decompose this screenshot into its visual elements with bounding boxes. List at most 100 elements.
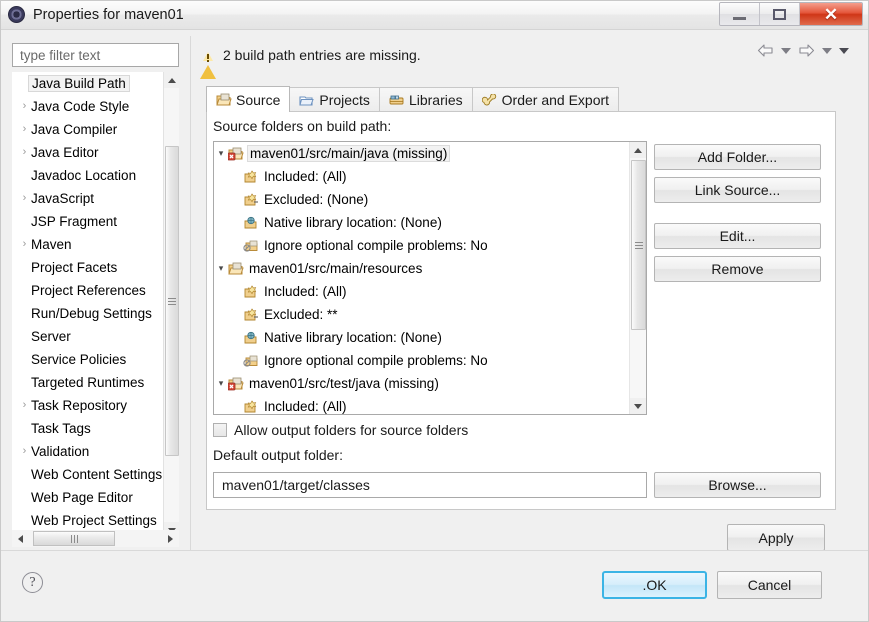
tree-row-label: maven01/src/main/resources [249,261,422,276]
scroll-left-icon[interactable] [12,530,29,547]
close-button[interactable]: ✕ [800,3,862,25]
tree-row[interactable]: Excluded: (None) [214,188,629,211]
chevron-down-icon[interactable]: ▾ [214,148,228,159]
scroll-down-icon[interactable] [630,398,646,414]
sidebar-item-task-tags[interactable]: Task Tags [12,417,162,440]
close-icon: ✕ [824,6,838,23]
sidebar-item-web-content-settings[interactable]: Web Content Settings [12,463,162,486]
sidebar-item-service-policies[interactable]: Service Policies [12,348,162,371]
sidebar-item-web-page-editor[interactable]: Web Page Editor [12,486,162,509]
tree-row[interactable]: Native library location: (None) [214,326,629,349]
tree-vertical-scrollbar[interactable] [629,142,646,414]
grip-icon [635,242,643,249]
sidebar-item-javadoc-location[interactable]: Javadoc Location [12,164,162,187]
output-folder-field[interactable] [220,476,640,494]
sidebar-item-maven[interactable]: ›Maven [12,233,162,256]
tab-libraries[interactable]: Libraries [379,87,473,112]
tab-strip: SourceProjectsLibrariesOrder and Export [206,86,836,112]
help-icon[interactable]: ? [22,572,43,593]
chevron-right-icon[interactable]: › [18,101,31,112]
search-input[interactable] [18,47,173,64]
tree-scroll-thumb[interactable] [631,160,646,330]
panel-divider [190,36,191,550]
grip-icon [168,298,176,305]
settings-tree[interactable]: Java Build Path›Java Code Style›Java Com… [12,72,179,538]
chevron-down-icon[interactable]: ▾ [214,378,228,389]
tree-row[interactable]: ▾ maven01/src/main/resources [214,257,629,280]
view-menu-icon[interactable] [839,48,849,54]
sidebar-horizontal-scrollbar[interactable] [12,530,179,547]
header-message-text: 2 build path entries are missing. [223,47,421,63]
sidebar-hscroll-thumb[interactable] [33,531,115,546]
sidebar-item-web-project-settings[interactable]: Web Project Settings [12,509,162,532]
tree-row[interactable]: ▾maven01/src/test/java (missing) [214,372,629,395]
tree-row[interactable]: ▾maven01/src/main/java (missing) [214,142,629,165]
sidebar-item-label: Java Code Style [31,99,129,114]
chevron-right-icon[interactable]: › [18,400,31,411]
tree-row[interactable]: Excluded: ** [214,303,629,326]
chevron-down-icon[interactable]: ▾ [214,263,228,274]
tree-row[interactable]: Ignore optional compile problems: No [214,234,629,257]
sidebar-item-label: Task Tags [31,421,91,436]
back-arrow-icon[interactable] [757,43,774,58]
tab-projects[interactable]: Projects [289,87,380,112]
tree-row[interactable]: Included: (All) [214,280,629,303]
forward-arrow-icon[interactable] [798,43,815,58]
browse-button[interactable]: Browse... [654,472,821,498]
tree-row-label: Excluded: (None) [264,192,368,207]
sidebar-item-javascript[interactable]: ›JavaScript [12,187,162,210]
tree-row-label: Native library location: (None) [264,215,442,230]
sidebar-item-java-editor[interactable]: ›Java Editor [12,141,162,164]
tree-row[interactable]: Included: (All) [214,395,629,415]
chevron-right-icon[interactable]: › [18,124,31,135]
tree-row-label: Included: (All) [264,284,347,299]
sidebar-item-targeted-runtimes[interactable]: Targeted Runtimes [12,371,162,394]
sidebar-item-java-build-path[interactable]: Java Build Path [12,72,162,95]
native-library-icon [243,216,259,230]
scroll-up-icon[interactable] [164,72,179,88]
maximize-button[interactable] [760,3,800,25]
chevron-right-icon[interactable]: › [18,446,31,457]
scroll-up-icon[interactable] [630,142,646,158]
remove-button[interactable]: Remove [654,256,821,282]
sidebar-item-server[interactable]: Server [12,325,162,348]
allow-output-folders-checkbox[interactable] [213,423,227,437]
sidebar-item-run-debug-settings[interactable]: Run/Debug Settings [12,302,162,325]
sidebar-item-label: Java Build Path [28,75,130,92]
default-output-folder-label: Default output folder: [213,447,343,463]
sidebar-item-jsp-fragment[interactable]: JSP Fragment [12,210,162,233]
tree-row[interactable]: Native library location: (None) [214,211,629,234]
sidebar-item-label: Targeted Runtimes [31,375,144,390]
sidebar-scroll-thumb[interactable] [165,146,179,456]
chevron-right-icon[interactable]: › [18,239,31,250]
sidebar-item-validation[interactable]: ›Validation [12,440,162,463]
source-folders-tree[interactable]: ▾maven01/src/main/java (missing)Included… [213,141,647,415]
tree-row[interactable]: Included: (All) [214,165,629,188]
cancel-button[interactable]: Cancel [717,571,822,599]
chevron-right-icon[interactable]: › [18,147,31,158]
sidebar-item-java-compiler[interactable]: ›Java Compiler [12,118,162,141]
sidebar-item-project-facets[interactable]: Project Facets [12,256,162,279]
sidebar-item-label: JSP Fragment [31,214,117,229]
allow-output-folders-row[interactable]: Allow output folders for source folders [213,422,468,438]
default-output-folder-input[interactable] [213,472,647,498]
forward-dropdown-icon[interactable] [822,48,832,54]
ok-button[interactable]: .OK [602,571,707,599]
sidebar-vertical-scrollbar[interactable] [163,72,179,538]
scroll-right-icon[interactable] [162,530,179,547]
sidebar-item-java-code-style[interactable]: ›Java Code Style [12,95,162,118]
sidebar-item-project-references[interactable]: Project References [12,279,162,302]
window-controls: ✕ [719,2,863,26]
add-folder-button[interactable]: Add Folder... [654,144,821,170]
filter-box[interactable] [12,43,179,67]
minimize-button[interactable] [720,3,760,25]
sidebar-item-task-repository[interactable]: ›Task Repository [12,394,162,417]
link-source-button[interactable]: Link Source... [654,177,821,203]
apply-button[interactable]: Apply [727,524,825,551]
edit-button[interactable]: Edit... [654,223,821,249]
tab-order-and-export[interactable]: Order and Export [472,87,619,112]
chevron-right-icon[interactable]: › [18,193,31,204]
tree-row[interactable]: Ignore optional compile problems: No [214,349,629,372]
tab-source[interactable]: Source [206,86,290,112]
back-dropdown-icon[interactable] [781,48,791,54]
